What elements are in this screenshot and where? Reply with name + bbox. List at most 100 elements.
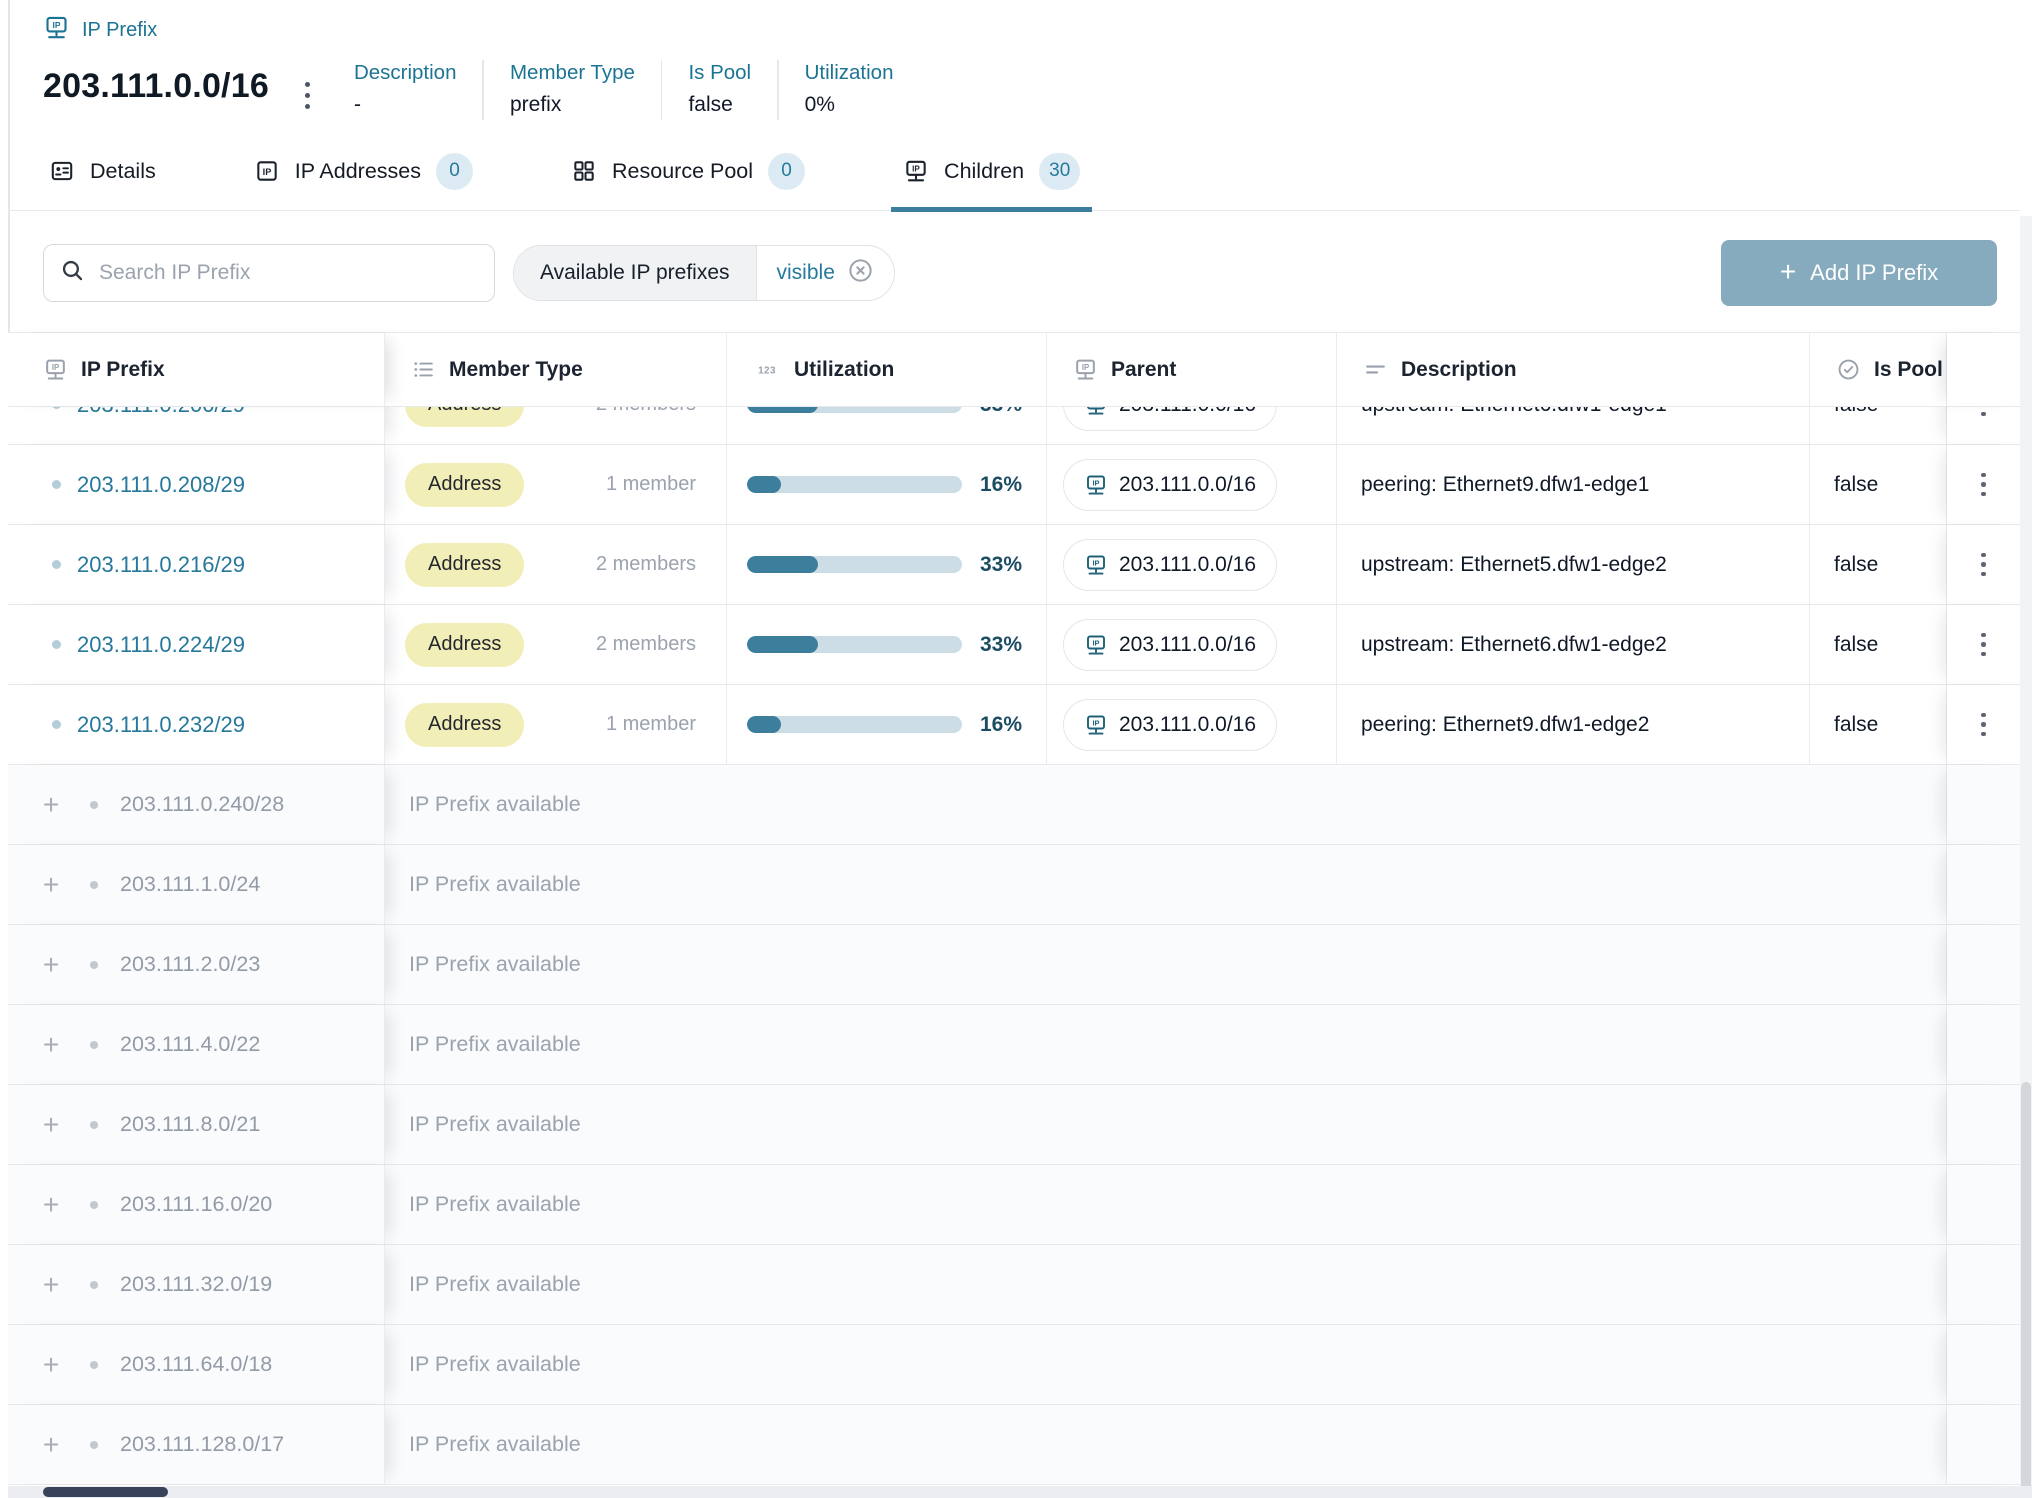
tab-children[interactable]: Children 30 bbox=[897, 132, 1086, 210]
row-actions-button[interactable] bbox=[1973, 545, 1994, 585]
ip-prefix-cell: 203.111.0.208/29 bbox=[8, 445, 385, 524]
filter-chip-available-prefixes[interactable]: Available IP prefixes visible bbox=[513, 245, 895, 301]
available-status-cell: IP Prefix available bbox=[385, 1245, 1947, 1324]
status-dot bbox=[90, 1041, 98, 1049]
expand-plus-icon[interactable]: + bbox=[38, 1271, 64, 1299]
page-title: 203.111.0.0/16 bbox=[43, 66, 269, 107]
tab-label: IP Addresses bbox=[295, 159, 421, 184]
ip-network-icon bbox=[1084, 713, 1108, 737]
prefix-link[interactable]: 203.111.0.232/29 bbox=[77, 712, 245, 738]
expand-plus-icon[interactable]: + bbox=[38, 1431, 64, 1459]
table-header-row: IP Prefix Member Type Utilization Parent… bbox=[8, 333, 2020, 407]
prefix-link[interactable]: 203.111.0.216/29 bbox=[77, 552, 245, 578]
ip-prefix-cell: 203.111.0.216/29 bbox=[8, 525, 385, 604]
available-prefix-row: + 203.111.1.0/24 IP Prefix available bbox=[8, 845, 2020, 925]
is-pool-cell: false bbox=[1810, 605, 1947, 684]
available-prefix-row: + 203.111.4.0/22 IP Prefix available bbox=[8, 1005, 2020, 1085]
row-actions-button[interactable] bbox=[1973, 407, 1994, 424]
tab-count-badge: 0 bbox=[768, 153, 805, 190]
is-pool-cell: false bbox=[1810, 407, 1947, 444]
column-header-utilization[interactable]: Utilization bbox=[727, 333, 1047, 406]
parent-prefix-chip[interactable]: 203.111.0.0/16 bbox=[1063, 699, 1277, 751]
parent-cell: 203.111.0.0/16 bbox=[1047, 445, 1337, 524]
status-dot bbox=[90, 1121, 98, 1129]
column-header-parent[interactable]: Parent bbox=[1047, 333, 1337, 406]
search-box[interactable] bbox=[43, 244, 495, 302]
prefix-link[interactable]: 203.111.0.208/29 bbox=[77, 472, 245, 498]
utilization-cell: 33% bbox=[727, 407, 1047, 444]
summary-field-member-type: Member Type prefix bbox=[510, 58, 661, 121]
parent-prefix-chip[interactable]: 203.111.0.0/16 bbox=[1063, 619, 1277, 671]
column-header-member-type[interactable]: Member Type bbox=[385, 333, 727, 406]
children-network-icon bbox=[903, 158, 929, 184]
available-prefix-label: 203.111.4.0/22 bbox=[120, 1032, 260, 1057]
expand-plus-icon[interactable]: + bbox=[38, 1191, 64, 1219]
search-input[interactable] bbox=[99, 261, 478, 285]
tab-resource-pool[interactable]: Resource Pool 0 bbox=[565, 132, 811, 210]
tab-details[interactable]: Details bbox=[43, 132, 162, 210]
field-divider bbox=[661, 60, 663, 120]
vertical-scrollbar[interactable] bbox=[2020, 216, 2032, 1498]
expand-plus-icon[interactable]: + bbox=[38, 1031, 64, 1059]
status-dot bbox=[90, 1361, 98, 1369]
breadcrumb[interactable]: IP Prefix bbox=[43, 14, 1982, 46]
available-prefix-label: 203.111.8.0/21 bbox=[120, 1112, 260, 1137]
parent-prefix-chip[interactable]: 203.111.0.0/16 bbox=[1063, 459, 1277, 511]
description-cell: peering: Ethernet9.dfw1-edge1 bbox=[1337, 445, 1810, 524]
vertical-scrollbar-thumb[interactable] bbox=[2021, 1082, 2031, 1494]
expand-plus-icon[interactable]: + bbox=[38, 1351, 64, 1379]
status-dot bbox=[90, 961, 98, 969]
is-pool-cell: false bbox=[1810, 525, 1947, 604]
parent-prefix-chip[interactable]: 203.111.0.0/16 bbox=[1063, 539, 1277, 591]
field-divider bbox=[482, 60, 484, 120]
ip-prefix-cell: + 203.111.2.0/23 bbox=[8, 925, 385, 1004]
tab-count-badge: 30 bbox=[1039, 153, 1080, 190]
prefix-link[interactable]: 203.111.0.200/29 bbox=[77, 407, 245, 418]
tab-ip-addresses[interactable]: IP Addresses 0 bbox=[248, 132, 479, 210]
expand-plus-icon[interactable]: + bbox=[38, 951, 64, 979]
available-prefix-label: 203.111.32.0/19 bbox=[120, 1272, 272, 1297]
horizontal-scrollbar-thumb[interactable] bbox=[43, 1487, 168, 1497]
parent-prefix-chip[interactable]: 203.111.0.0/16 bbox=[1063, 407, 1277, 431]
description-cell: upstream: Ethernet6.dfw1-edge2 bbox=[1337, 605, 1810, 684]
title-actions-menu-button[interactable] bbox=[297, 72, 318, 119]
utilization-bar bbox=[747, 556, 962, 573]
breadcrumb-label[interactable]: IP Prefix bbox=[82, 19, 157, 42]
horizontal-scrollbar[interactable] bbox=[8, 1486, 2032, 1498]
column-header-ip-prefix[interactable]: IP Prefix bbox=[8, 333, 385, 406]
status-dot bbox=[90, 1441, 98, 1449]
add-ip-prefix-button[interactable]: + Add IP Prefix bbox=[1721, 240, 1997, 306]
utilization-cell: 16% bbox=[727, 685, 1047, 764]
expand-plus-icon[interactable]: + bbox=[38, 1111, 64, 1139]
add-button-label: Add IP Prefix bbox=[1810, 260, 1938, 286]
field-value: 0% bbox=[805, 89, 894, 122]
column-header-is-pool[interactable]: Is Pool bbox=[1810, 333, 1947, 406]
utilization-value: 33% bbox=[980, 633, 1022, 657]
utilization-cell: 33% bbox=[727, 525, 1047, 604]
remove-filter-icon[interactable] bbox=[847, 257, 874, 290]
ip-prefix-icon bbox=[43, 14, 70, 46]
member-count: 1 member bbox=[606, 473, 696, 496]
expand-plus-icon[interactable]: + bbox=[38, 791, 64, 819]
field-value: false bbox=[688, 89, 751, 122]
row-actions-button[interactable] bbox=[1973, 705, 1994, 745]
expand-plus-icon[interactable]: + bbox=[38, 871, 64, 899]
member-type-badge: Address bbox=[405, 623, 524, 667]
available-prefix-label: 203.111.16.0/20 bbox=[120, 1192, 272, 1217]
tab-label: Details bbox=[90, 159, 156, 184]
available-prefix-label: 203.111.2.0/23 bbox=[120, 952, 260, 977]
summary-field-utilization: Utilization 0% bbox=[805, 58, 920, 121]
row-actions-button[interactable] bbox=[1973, 465, 1994, 505]
utilization-bar bbox=[747, 716, 962, 733]
row-actions-button[interactable] bbox=[1973, 625, 1994, 665]
prefix-link[interactable]: 203.111.0.224/29 bbox=[77, 632, 245, 658]
field-label: Is Pool bbox=[688, 58, 751, 89]
title-row: 203.111.0.0/16 Description - Member Type… bbox=[43, 58, 1982, 121]
parent-cell: 203.111.0.0/16 bbox=[1047, 605, 1337, 684]
ip-network-icon bbox=[1084, 553, 1108, 577]
column-header-description[interactable]: Description bbox=[1337, 333, 1810, 406]
utilization-cell: 16% bbox=[727, 445, 1047, 524]
status-dot bbox=[90, 1201, 98, 1209]
member-type-cell: Address 1 member bbox=[385, 685, 727, 764]
tab-label: Resource Pool bbox=[612, 159, 753, 184]
